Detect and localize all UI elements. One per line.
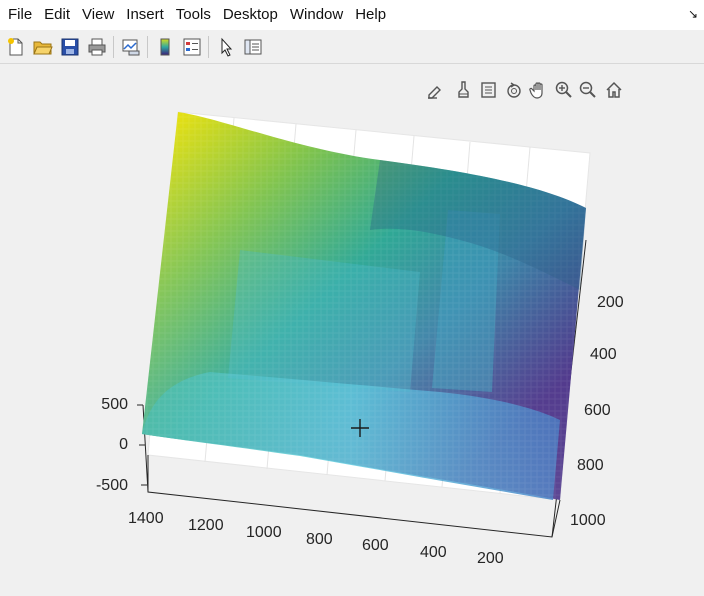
x-tick-label: 800 [306,531,333,548]
y-tick-label: 200 [597,294,624,311]
x-tick-label: 1200 [188,517,224,534]
z-tick-label: 0 [119,436,128,453]
z-tick-label: 500 [101,396,128,413]
y-tick-label: 1000 [570,512,606,529]
y-tick-label: 800 [577,457,604,474]
y-tick-label: 600 [584,402,611,419]
x-tick-label: 1000 [246,524,282,541]
x-tick-label: 1400 [128,510,164,527]
x-tick-label: 200 [477,550,504,567]
x-tick-label: 600 [362,537,389,554]
z-tick-label: -500 [95,477,128,494]
x-tick-label: 400 [420,544,447,561]
y-tick-label: 400 [590,346,617,363]
